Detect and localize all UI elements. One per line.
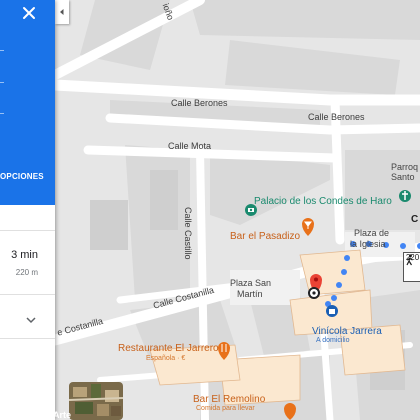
remolino-sublabel: Comida para llevar [196, 405, 255, 412]
route-dot [344, 255, 350, 261]
walking-icon [406, 254, 413, 266]
satellite-layer-toggle[interactable] [69, 382, 123, 420]
route-dot [341, 269, 347, 275]
parroquia-label-line1[interactable]: Parroq [391, 162, 418, 172]
close-icon [23, 7, 35, 19]
parroquia-label-line2[interactable]: Santo [391, 172, 415, 182]
panel-divider [0, 338, 55, 339]
map-canvas[interactable]: ioño Calle Berones Calle Berones Calle M… [0, 0, 420, 420]
panel-divider [0, 294, 55, 295]
vinicola-sublabel: A domicilio [316, 337, 350, 344]
header-divider [0, 50, 4, 51]
directions-panel: OPCIONES 3 min 220 m [0, 0, 55, 420]
expand-route-button[interactable] [25, 312, 37, 330]
route-dot [331, 295, 337, 301]
walking-route [325, 241, 420, 307]
walk-distance-badge[interactable]: 220 [403, 252, 420, 282]
bar-pasadizo-label[interactable]: Bar el Pasadizo [230, 231, 300, 242]
route-duration[interactable]: 3 min [11, 249, 38, 261]
palacio-label[interactable]: Palacio de los Condes de Haro [254, 196, 392, 207]
route-dot [336, 282, 342, 288]
options-button[interactable]: OPCIONES [0, 172, 44, 181]
street-label-mota: Calle Mota [168, 141, 212, 151]
route-distance: 220 m [15, 268, 38, 277]
vinicola-label[interactable]: Vinícola Jarrera [312, 326, 382, 337]
plaza-iglesia-label-line1: Plaza de [354, 228, 390, 238]
plaza-martin-label-line1: Plaza San [230, 278, 272, 288]
route-dot [400, 243, 406, 249]
panel-divider [0, 230, 55, 231]
plaza-iglesia-label-line2: la Iglesia [350, 239, 386, 249]
chevron-down-icon [26, 317, 36, 324]
chevron-left-icon [60, 9, 64, 15]
header-divider [0, 113, 4, 114]
directions-panel-header: OPCIONES [0, 0, 55, 205]
jarrero-label[interactable]: Restaurante El Jarrero [118, 343, 219, 354]
satellite-thumbnail-label: Arte [53, 410, 72, 420]
satellite-thumbnail [69, 382, 123, 420]
header-divider [0, 82, 4, 83]
jarrero-sublabel: Española · € [146, 355, 186, 362]
route-dot [325, 301, 331, 307]
collapse-panel-button[interactable] [55, 0, 69, 24]
remolino-label[interactable]: Bar El Remolino [193, 394, 265, 405]
street-label-berones-lower: Calle Berones [308, 112, 365, 122]
street-label-castillo: Calle Castillo [183, 207, 193, 260]
plaza-martin-label-line2: Martín [237, 289, 263, 299]
edge-place-label[interactable]: C [411, 214, 418, 225]
street-label-berones-upper: Calle Berones [171, 98, 228, 108]
close-button[interactable] [18, 2, 40, 24]
